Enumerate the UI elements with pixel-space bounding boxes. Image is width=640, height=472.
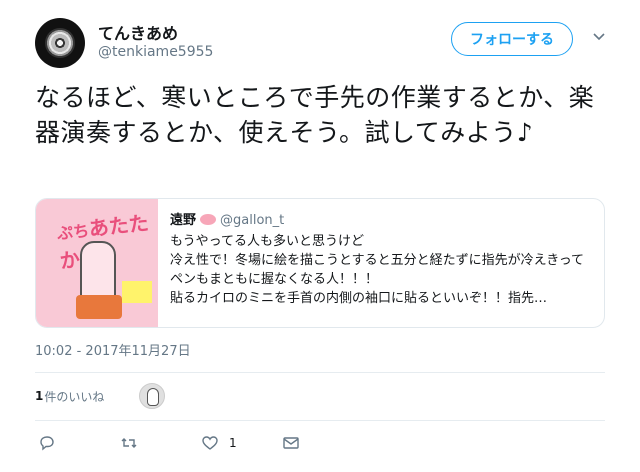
reply-button[interactable] [38,432,56,454]
like-count: 1 [229,436,237,450]
liker-avatar-image [147,388,159,406]
hand-illustration [80,241,116,301]
chevron-down-icon[interactable] [591,28,607,44]
divider [35,372,605,373]
avatar[interactable] [35,18,85,68]
quoted-line: 貼るカイロのミニを手首の内側の袖口に貼るといいぞ！！指先… [170,291,548,306]
pig-emoji-icon [200,214,217,225]
tweet-header: てんきあめ @tenkiame5955 フォローする [35,16,615,72]
tweet-actions: 1 [38,432,338,454]
heart-icon [202,436,218,450]
liker-avatar[interactable] [139,383,165,409]
retweet-icon [121,438,137,448]
quoted-tweet[interactable]: ぷちあたたかい 遠野 @gallon_t もうやってる人も多いと思うけど 冷え性で… [35,198,605,328]
quoted-line: 冷え性で！冬場に絵を描こうとすると五分と経たずに指先が冷えきってペンもまともに握… [170,253,585,287]
divider [35,420,605,421]
likes-count: 1 [35,389,44,403]
quoted-user-name: 遠野 [170,213,197,228]
likes-label: 件のいいね [44,389,105,404]
user-handle[interactable]: @tenkiame5955 [98,44,213,60]
dm-button[interactable] [282,432,300,454]
envelope-icon [283,437,299,449]
tweet-timestamp[interactable]: 10:02 - 2017年11月27日 [35,340,191,359]
likes-row[interactable]: 1 件のいいね [35,381,165,411]
sleeve-illustration [76,295,122,319]
quoted-tweet-image[interactable]: ぷちあたたかい [36,199,158,327]
reply-icon [40,436,54,451]
avatar-image [45,28,75,58]
retweet-button[interactable] [120,432,138,454]
user-name[interactable]: てんきあめ [98,20,178,44]
image-sticker [122,281,152,303]
quoted-tweet-text: もうやってる人も多いと思うけど 冷え性で！冬場に絵を描こうとすると五分と経たずに… [170,232,596,308]
quoted-tweet-body: 遠野 @gallon_t もうやってる人も多いと思うけど 冷え性で！冬場に絵を描こ… [170,209,596,308]
quoted-line: もうやってる人も多いと思うけど [170,234,364,249]
quoted-user-handle: @gallon_t [220,213,285,228]
tweet-text: なるほど、寒いところで手先の作業するとか、楽器演奏するとか、使えそう。試してみよ… [35,83,595,147]
follow-button[interactable]: フォローする [451,22,573,56]
like-button[interactable]: 1 [201,432,237,454]
